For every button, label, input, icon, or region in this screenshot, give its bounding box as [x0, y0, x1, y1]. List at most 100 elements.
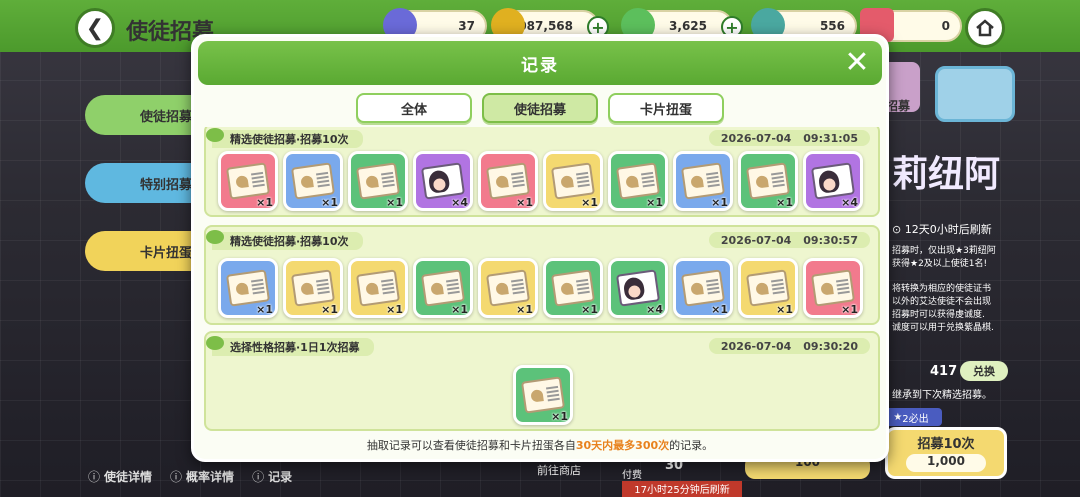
bg-right-tab: 招募 [886, 99, 911, 113]
certificate-card-item[interactable]: ×1 [543, 258, 603, 318]
certificate-card-item[interactable]: ×1 [283, 258, 343, 318]
record-entry: 选择性格招募·1日1次招募 2026-07-04 09:30:20 ×1 [204, 331, 880, 431]
side-tab-label: 特别招募 [140, 177, 193, 193]
certificate-card-item[interactable]: ×1 [348, 151, 408, 211]
certificate-icon [615, 162, 661, 200]
hero-detail-link[interactable]: ⓘ 使徒详情 [88, 468, 152, 485]
certificate-card-item[interactable]: ×1 [738, 151, 798, 211]
record-cards: ×1 ×1 ×1 ×1 ×1 ×1 ×4 ×1 ×1 ×1 [218, 258, 863, 318]
card-quantity: ×1 [551, 410, 568, 423]
bg-banner-thumb[interactable] [935, 66, 1015, 122]
link-label: 概率详情 [186, 470, 235, 484]
record-entry: 精选使徒招募·招募10次 2026-07-04 09:30:57 ×1 ×1 ×1 ×1… [204, 225, 880, 325]
link-label: 使徒详情 [104, 470, 153, 484]
side-tab-label: 卡片扭蛋 [140, 245, 193, 261]
card-quantity: ×1 [386, 196, 403, 209]
certificate-icon [355, 269, 401, 307]
record-title: 精选使徒招募·招募10次 [206, 128, 363, 148]
home-icon [976, 19, 994, 37]
bg-line-6: 诚度可以用于兑换紫晶棋. [892, 323, 994, 333]
close-icon: ✕ [844, 45, 870, 80]
card-quantity: ×1 [256, 196, 273, 209]
tab-hero-recruit[interactable]: 使徒招募 [482, 93, 598, 123]
certificate-card-item[interactable]: ×1 [543, 151, 603, 211]
bg-line-3: 将转换为相应的使徒证书 [892, 284, 992, 294]
certificate-icon [550, 269, 596, 307]
tab-card-capsule[interactable]: 卡片扭蛋 [608, 93, 724, 123]
certificate-card-item[interactable]: ×1 [348, 258, 408, 318]
certificate-card-item[interactable]: ×1 [218, 151, 278, 211]
certificate-card-item[interactable]: ×1 [673, 151, 733, 211]
home-button[interactable] [965, 8, 1005, 48]
rate-detail-link[interactable]: ⓘ 概率详情 [170, 468, 234, 485]
back-button[interactable]: ❮ [75, 8, 115, 48]
card-quantity: ×1 [386, 303, 403, 316]
close-button[interactable]: ✕ [842, 48, 872, 78]
bg-line-4: 以外的艾达使徒不会出现 [892, 297, 992, 307]
hero-card-item[interactable]: ×4 [803, 151, 863, 211]
currency-value: 556 [819, 19, 845, 33]
certificate-card-item[interactable]: ×1 [218, 258, 278, 318]
bg-recruit10-button[interactable]: 招募10次 1,000 [885, 427, 1007, 479]
certificate-icon [420, 269, 466, 307]
certificate-card-item[interactable]: ×1 [673, 258, 733, 318]
record-cards: ×1 ×1 ×1 ×4 ×1 ×1 ×1 ×1 ×1 ×4 [218, 151, 863, 211]
card-quantity: ×4 [646, 303, 663, 316]
bg-recruit10-label: 招募10次 [917, 437, 975, 452]
hero-portrait-icon [810, 162, 856, 200]
currency-value: 37 [458, 19, 475, 33]
footer-text: 抽取记录可以查看使徒招募和卡片扭蛋各自 [366, 439, 576, 452]
bg-line-5: 招募时可以获得虔诚度. [892, 310, 985, 320]
card-quantity: ×4 [841, 196, 858, 209]
bg-shop-link[interactable]: 前往商店 [537, 462, 597, 477]
certificate-icon [290, 269, 336, 307]
certificate-icon [745, 269, 791, 307]
bg-paid-label: 付费 [622, 470, 642, 481]
hero-portrait-icon [615, 269, 661, 307]
certificate-icon [550, 162, 596, 200]
record-header: 选择性格招募·1日1次招募 [206, 336, 374, 356]
record-title: 精选使徒招募·招募10次 [206, 230, 363, 250]
record-date: 2026-07-04 [720, 131, 792, 145]
certificate-icon [680, 162, 726, 200]
record-date: 2026-07-04 [720, 339, 792, 353]
certificate-card-item[interactable]: ×1 [478, 258, 538, 318]
card-quantity: ×1 [711, 196, 728, 209]
card-quantity: ×1 [711, 303, 728, 316]
record-cards: ×1 [513, 365, 573, 425]
bg-recruit10-cost: 1,000 [906, 454, 986, 472]
certificate-card-item[interactable]: ×1 [803, 258, 863, 318]
certificate-card-item[interactable]: ×1 [513, 365, 573, 425]
currency-value: 0 [941, 19, 950, 33]
certificate-card-item[interactable]: ×1 [478, 151, 538, 211]
bg-refresh: ⊙ 12天0小时后刷新 [892, 223, 992, 236]
record-list[interactable]: 精选使徒招募·招募10次 2026-07-04 09:31:05 ×1 ×1 ×1 ×4… [204, 127, 880, 433]
record-tabs: 全体 使徒招募 卡片扭蛋 [194, 93, 886, 123]
card-quantity: ×1 [321, 196, 338, 209]
record-header: 精选使徒招募·招募10次 [206, 230, 363, 250]
record-clock: 09:30:57 [803, 233, 858, 247]
hero-card-item[interactable]: ×4 [608, 258, 668, 318]
certificate-card-item[interactable]: ×1 [413, 258, 473, 318]
card-quantity: ×4 [451, 196, 468, 209]
certificate-icon [355, 162, 401, 200]
card-quantity: ×1 [516, 196, 533, 209]
bg-exchange-button[interactable]: 兑换 [960, 361, 1008, 381]
tab-all[interactable]: 全体 [356, 93, 472, 123]
hero-card-item[interactable]: ×4 [413, 151, 473, 211]
currency-value: 3,625 [669, 19, 707, 33]
certificate-card-item[interactable]: ×1 [283, 151, 343, 211]
modal-title: 记录 [521, 55, 559, 76]
card-quantity: ×1 [451, 303, 468, 316]
card-quantity: ×1 [646, 196, 663, 209]
certificate-icon [810, 269, 856, 307]
bg-line-2: 获得★2及以上使徒1名! [892, 259, 988, 269]
record-link[interactable]: ⓘ 记录 [252, 468, 292, 485]
certificate-card-item[interactable]: ×1 [608, 151, 668, 211]
certificate-card-item[interactable]: ×1 [738, 258, 798, 318]
link-label: 记录 [268, 470, 293, 484]
record-time: 2026-07-04 09:31:05 [708, 130, 870, 146]
modal-header: 记录 ✕ [198, 41, 882, 85]
record-entry: 精选使徒招募·招募10次 2026-07-04 09:31:05 ×1 ×1 ×1 ×4… [204, 127, 880, 217]
bg-guarantee-badge: ★ 2必出 [880, 408, 942, 426]
